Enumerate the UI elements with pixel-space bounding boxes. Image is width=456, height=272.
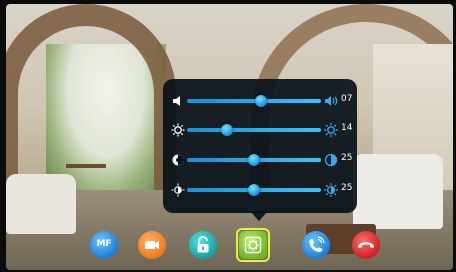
color-slider-knob[interactable] [248,184,260,196]
contrast-row: 25 [163,150,357,170]
color-value: 25 [341,183,353,193]
call-button[interactable] [302,231,330,259]
settings-panel: 07 14 25 25 [163,79,357,213]
brightness-low-icon [171,123,185,137]
volume-high-icon [325,96,338,106]
contrast-slider-knob[interactable] [248,154,260,166]
brightness-slider-knob[interactable] [221,124,234,136]
unlock-button[interactable] [189,231,217,259]
hangup-button[interactable] [352,231,380,259]
contrast-high-icon [324,153,338,167]
gear-icon [244,236,262,254]
color-row: 25 [163,180,357,200]
volume-row: 07 [163,91,357,111]
brightness-slider-track[interactable] [187,128,321,132]
contrast-value: 25 [341,153,353,163]
brightness-row: 14 [163,120,357,140]
contrast-low-icon [172,154,184,166]
volume-slider-knob[interactable] [254,95,267,107]
unlock-icon [197,236,209,253]
color-high-icon [324,183,338,197]
settings-panel-pointer [250,211,268,221]
table-left [66,164,106,194]
settings-button[interactable] [239,231,267,259]
volume-low-icon [173,96,180,106]
mf-button[interactable]: MF [90,231,118,259]
mf-icon: MF [96,239,112,249]
hangup-icon [358,242,374,248]
video-button[interactable] [138,231,166,259]
phone-icon [309,236,325,252]
brightness-value: 14 [341,123,353,133]
video-camera-icon [145,241,159,249]
brightness-high-icon [324,123,338,137]
color-low-icon [171,183,185,197]
sofa-right [353,154,443,229]
volume-value: 07 [341,94,353,104]
